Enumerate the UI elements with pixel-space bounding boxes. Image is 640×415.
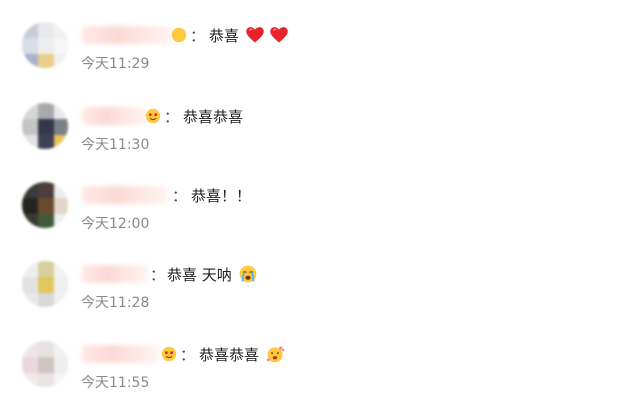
comment-time: 今天11:29 — [81, 56, 150, 72]
comment-item: ： 恭喜 天呐 今天11:28 — [0, 261, 640, 321]
comment-colon: ： — [180, 345, 196, 364]
username-redacted[interactable] — [82, 186, 168, 204]
comment-text: 恭喜恭喜 — [183, 107, 244, 126]
comment-time: 今天11:30 — [81, 137, 150, 153]
comment-list: ： 恭喜 今天11:29 ： 恭喜恭喜 今天11:30 ： 恭喜！！ 今天12:… — [0, 0, 640, 415]
crying-face-icon — [239, 265, 257, 283]
comment-line: ： 恭喜恭喜 — [144, 105, 247, 127]
avatar[interactable] — [22, 22, 68, 68]
avatar[interactable] — [22, 261, 68, 307]
comment-time: 今天11:55 — [81, 375, 150, 391]
comment-text: 恭喜恭喜 — [199, 345, 260, 364]
avatar[interactable] — [22, 182, 68, 228]
username-redacted[interactable] — [82, 345, 158, 363]
username-redacted[interactable] — [82, 26, 172, 44]
user-badge-icon — [145, 108, 161, 124]
comment-colon: ： — [150, 265, 166, 284]
comment-item: ： 恭喜恭喜 今天11:55 — [0, 341, 640, 401]
comment-text: 恭喜 — [209, 26, 240, 45]
comment-colon: ： — [172, 186, 188, 205]
comment-colon: ： — [164, 107, 180, 126]
user-badge-icon — [161, 346, 177, 362]
comment-item: ： 恭喜 今天11:29 — [0, 22, 640, 82]
comment-text: 恭喜！！ — [191, 186, 252, 205]
username-redacted[interactable] — [82, 107, 146, 125]
comment-line: ： 恭喜 — [170, 24, 289, 46]
comment-line: ： 恭喜！！ — [172, 184, 255, 206]
comment-time: 今天12:00 — [81, 216, 150, 232]
heart-icon — [270, 27, 288, 43]
comment-line: ： 恭喜 天呐 — [150, 263, 258, 285]
comment-item: ： 恭喜！！ 今天12:00 — [0, 182, 640, 242]
flower-face-icon — [266, 346, 285, 363]
comment-line: ： 恭喜恭喜 — [160, 343, 285, 365]
comment-time: 今天11:28 — [81, 295, 150, 311]
username-redacted[interactable] — [82, 265, 148, 283]
avatar[interactable] — [22, 341, 68, 387]
comment-text: 恭喜 天呐 — [167, 265, 232, 284]
user-badge-icon — [171, 27, 187, 43]
comment-colon: ： — [190, 26, 206, 45]
comment-item: ： 恭喜恭喜 今天11:30 — [0, 103, 640, 163]
avatar[interactable] — [22, 103, 68, 149]
heart-icon — [246, 27, 264, 43]
